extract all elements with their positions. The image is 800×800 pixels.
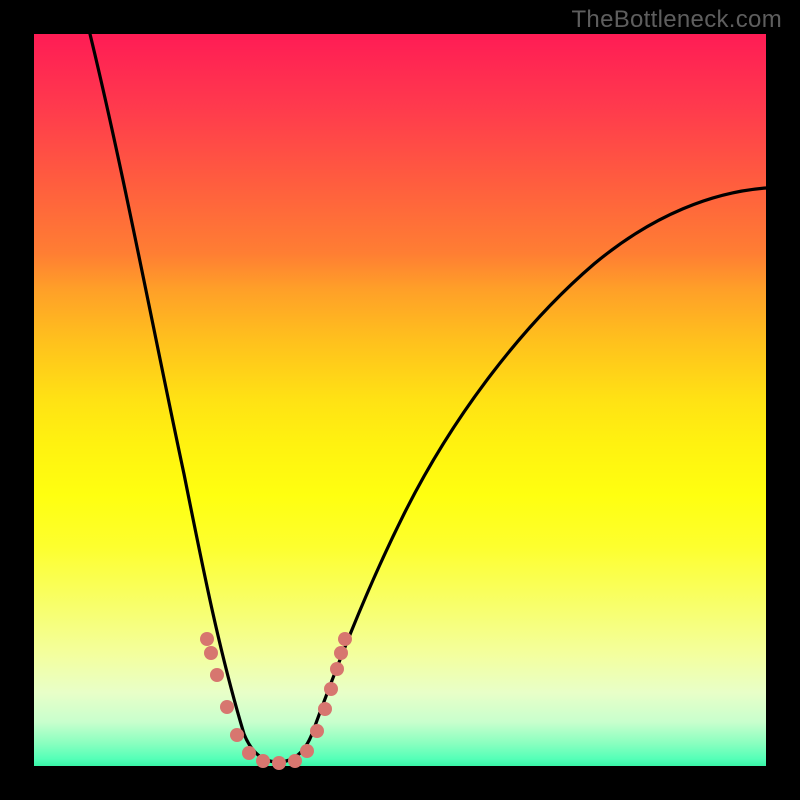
chart-frame: TheBottleneck.com [0,0,800,800]
bottleneck-curve [34,34,766,766]
marker-dot [324,682,338,696]
marker-dot [220,700,234,714]
marker-dot [330,662,344,676]
watermark-label: TheBottleneck.com [571,6,782,34]
marker-dot [338,632,352,646]
marker-dot [310,724,324,738]
plot-area [34,34,766,766]
marker-dot [318,702,332,716]
marker-dot [210,668,224,682]
marker-dot [242,746,256,760]
marker-dot [200,632,214,646]
marker-dot [288,754,302,768]
marker-dot [256,754,270,768]
marker-dot [334,646,348,660]
marker-dot [300,744,314,758]
marker-dot [272,756,286,770]
marker-dot [204,646,218,660]
marker-dot [230,728,244,742]
